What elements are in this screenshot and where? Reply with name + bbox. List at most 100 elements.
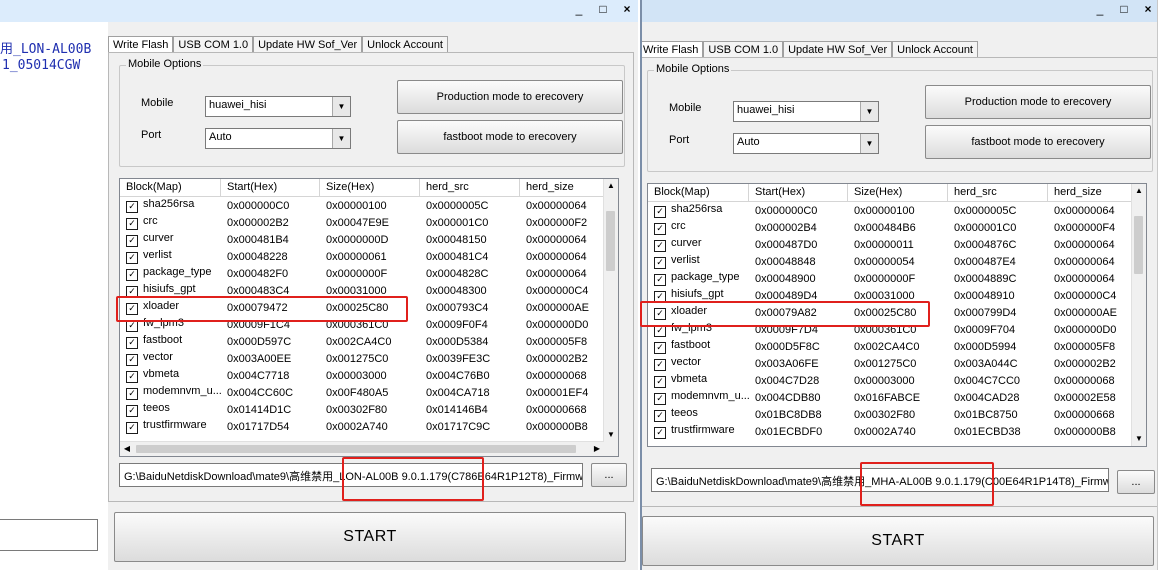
start-button[interactable]: START bbox=[642, 516, 1154, 566]
browse-button[interactable]: ... bbox=[1117, 470, 1155, 494]
table-row[interactable]: ✓ verlist 0x00048228 0x00000061 0x000481C4 0x… bbox=[120, 248, 604, 265]
row-checkbox[interactable]: ✓ bbox=[126, 252, 138, 264]
scroll-thumb[interactable] bbox=[606, 211, 615, 271]
tab-unlock-account[interactable]: Unlock Account bbox=[892, 41, 978, 58]
table-row[interactable]: ✓ xloader 0x00079A82 0x00025C80 0x000799D4 0x… bbox=[648, 304, 1132, 321]
table-row[interactable]: ✓ modemnvm_u... 0x004CDB80 0x016FABCE 0x004C… bbox=[648, 389, 1132, 406]
row-checkbox[interactable]: ✓ bbox=[126, 303, 138, 315]
table-row[interactable]: ✓ xloader 0x00079472 0x00025C80 0x000793C4 0x… bbox=[120, 299, 604, 316]
row-checkbox[interactable]: ✓ bbox=[654, 410, 666, 422]
table-row[interactable]: ✓ vector 0x003A00EE 0x001275C0 0x0039FE3C 0x0… bbox=[120, 350, 604, 367]
minimize-icon[interactable]: _ bbox=[572, 2, 586, 16]
close-icon[interactable]: × bbox=[620, 2, 634, 16]
production-mode-button[interactable]: Production mode to erecovery bbox=[925, 85, 1151, 119]
block-list[interactable]: Block(Map) Start(Hex) Size(Hex) herd_src… bbox=[647, 183, 1147, 447]
row-checkbox[interactable]: ✓ bbox=[126, 371, 138, 383]
table-row[interactable]: ✓ vbmeta 0x004C7718 0x00003000 0x004C76B0 0x0… bbox=[120, 367, 604, 384]
table-row[interactable]: ✓ fw_lpm3 0x0009F7D4 0x000361C0 0x0009F704 0x… bbox=[648, 321, 1132, 338]
maximize-icon[interactable]: □ bbox=[596, 2, 610, 16]
table-row[interactable]: ✓ teeos 0x01414D1C 0x00302F80 0x014146B4 0x00… bbox=[120, 401, 604, 418]
row-checkbox[interactable]: ✓ bbox=[126, 405, 138, 417]
mobile-select[interactable]: huawei_hisi ▼ bbox=[205, 96, 351, 117]
column-header-herd-src[interactable]: herd_src bbox=[420, 179, 520, 196]
row-checkbox[interactable]: ✓ bbox=[654, 325, 666, 337]
minimize-icon[interactable]: _ bbox=[1093, 2, 1107, 16]
row-checkbox[interactable]: ✓ bbox=[654, 342, 666, 354]
column-header-size[interactable]: Size(Hex) bbox=[320, 179, 420, 196]
row-checkbox[interactable]: ✓ bbox=[126, 218, 138, 230]
scroll-thumb-horizontal[interactable] bbox=[136, 445, 576, 453]
close-icon[interactable]: × bbox=[1141, 2, 1155, 16]
scroll-left-icon[interactable]: ◀ bbox=[120, 442, 134, 456]
chevron-down-icon[interactable]: ▼ bbox=[332, 129, 350, 148]
row-checkbox[interactable]: ✓ bbox=[654, 240, 666, 252]
column-header-block[interactable]: Block(Map) bbox=[648, 184, 749, 201]
row-checkbox[interactable]: ✓ bbox=[654, 393, 666, 405]
scroll-thumb[interactable] bbox=[1134, 216, 1143, 274]
browse-button[interactable]: ... bbox=[591, 463, 627, 487]
scroll-right-icon[interactable]: ▶ bbox=[590, 442, 604, 456]
row-checkbox[interactable]: ✓ bbox=[126, 388, 138, 400]
column-header-herd-size[interactable]: herd_size bbox=[520, 179, 604, 196]
column-header-start[interactable]: Start(Hex) bbox=[221, 179, 320, 196]
block-list[interactable]: Block(Map) Start(Hex) Size(Hex) herd_src… bbox=[119, 178, 619, 457]
table-row[interactable]: ✓ hisiufs_gpt 0x000483C4 0x00031000 0x000483… bbox=[120, 282, 604, 299]
scroll-down-icon[interactable]: ▼ bbox=[604, 428, 618, 442]
column-header-herd-size[interactable]: herd_size bbox=[1048, 184, 1132, 201]
table-row[interactable]: ✓ teeos 0x01BC8DB8 0x00302F80 0x01BC8750 0x00… bbox=[648, 406, 1132, 423]
row-checkbox[interactable]: ✓ bbox=[654, 376, 666, 388]
vertical-scrollbar[interactable]: ▲ ▼ bbox=[603, 179, 618, 442]
table-row[interactable]: ✓ vbmeta 0x004C7D28 0x00003000 0x004C7CC0 0x0… bbox=[648, 372, 1132, 389]
port-select[interactable]: Auto ▼ bbox=[733, 133, 879, 154]
row-checkbox[interactable]: ✓ bbox=[126, 235, 138, 247]
column-header-block[interactable]: Block(Map) bbox=[120, 179, 221, 196]
table-row[interactable]: ✓ curver 0x000487D0 0x00000011 0x0004876C 0x0… bbox=[648, 236, 1132, 253]
start-button[interactable]: START bbox=[114, 512, 626, 562]
column-header-herd-src[interactable]: herd_src bbox=[948, 184, 1048, 201]
row-checkbox[interactable]: ✓ bbox=[654, 359, 666, 371]
scroll-up-icon[interactable]: ▲ bbox=[604, 179, 618, 193]
production-mode-button[interactable]: Production mode to erecovery bbox=[397, 80, 623, 114]
scroll-up-icon[interactable]: ▲ bbox=[1132, 184, 1146, 198]
row-checkbox[interactable]: ✓ bbox=[654, 291, 666, 303]
port-select[interactable]: Auto ▼ bbox=[205, 128, 351, 149]
table-row[interactable]: ✓ crc 0x000002B4 0x000484B6 0x000001C0 0x0000… bbox=[648, 219, 1132, 236]
horizontal-scrollbar[interactable]: ◀ ▶ bbox=[120, 441, 604, 456]
tab-usb-com[interactable]: USB COM 1.0 bbox=[703, 41, 784, 58]
table-row[interactable]: ✓ verlist 0x00048848 0x00000054 0x000487E4 0x… bbox=[648, 253, 1132, 270]
row-checkbox[interactable]: ✓ bbox=[126, 201, 138, 213]
fastboot-mode-button[interactable]: fastboot mode to erecovery bbox=[925, 125, 1151, 159]
row-checkbox[interactable]: ✓ bbox=[126, 354, 138, 366]
row-checkbox[interactable]: ✓ bbox=[654, 274, 666, 286]
tab-update-hw[interactable]: Update HW Sof_Ver bbox=[253, 36, 363, 53]
row-checkbox[interactable]: ✓ bbox=[654, 308, 666, 320]
table-row[interactable]: ✓ modemnvm_u... 0x004CC60C 0x00F480A5 0x004C… bbox=[120, 384, 604, 401]
row-checkbox[interactable]: ✓ bbox=[654, 206, 666, 218]
table-row[interactable]: ✓ package_type 0x000482F0 0x0000000F 0x00048… bbox=[120, 265, 604, 282]
column-header-size[interactable]: Size(Hex) bbox=[848, 184, 948, 201]
firmware-path-field[interactable]: G:\BaiduNetdiskDownload\mate9\高维禁用_MHA-A… bbox=[651, 468, 1109, 492]
maximize-icon[interactable]: □ bbox=[1117, 2, 1131, 16]
vertical-scrollbar[interactable]: ▲ ▼ bbox=[1131, 184, 1146, 446]
table-row[interactable]: ✓ fastboot 0x000D597C 0x002CA4C0 0x000D5384 0… bbox=[120, 333, 604, 350]
tab-unlock-account[interactable]: Unlock Account bbox=[362, 36, 448, 53]
tab-usb-com[interactable]: USB COM 1.0 bbox=[173, 36, 254, 53]
table-row[interactable]: ✓ sha256rsa 0x000000C0 0x00000100 0x0000005C… bbox=[120, 197, 604, 214]
fastboot-mode-button[interactable]: fastboot mode to erecovery bbox=[397, 120, 623, 154]
tab-write-flash[interactable]: Write Flash bbox=[108, 36, 174, 53]
table-row[interactable]: ✓ trustfirmware 0x01717D54 0x0002A740 0x0171… bbox=[120, 418, 604, 435]
chevron-down-icon[interactable]: ▼ bbox=[332, 97, 350, 116]
tab-update-hw[interactable]: Update HW Sof_Ver bbox=[783, 41, 893, 58]
chevron-down-icon[interactable]: ▼ bbox=[860, 102, 878, 121]
row-checkbox[interactable]: ✓ bbox=[654, 257, 666, 269]
table-row[interactable]: ✓ sha256rsa 0x000000C0 0x00000100 0x0000005C… bbox=[648, 202, 1132, 219]
scroll-down-icon[interactable]: ▼ bbox=[1132, 432, 1146, 446]
row-checkbox[interactable]: ✓ bbox=[126, 286, 138, 298]
table-row[interactable]: ✓ vector 0x003A06FE 0x001275C0 0x003A044C 0x0… bbox=[648, 355, 1132, 372]
chevron-down-icon[interactable]: ▼ bbox=[860, 134, 878, 153]
background-textbox[interactable] bbox=[0, 519, 98, 551]
row-checkbox[interactable]: ✓ bbox=[126, 269, 138, 281]
row-checkbox[interactable]: ✓ bbox=[654, 223, 666, 235]
table-row[interactable]: ✓ fastboot 0x000D5F8C 0x002CA4C0 0x000D5994 0… bbox=[648, 338, 1132, 355]
firmware-path-field[interactable]: G:\BaiduNetdiskDownload\mate9\高维禁用_LON-A… bbox=[119, 463, 583, 487]
